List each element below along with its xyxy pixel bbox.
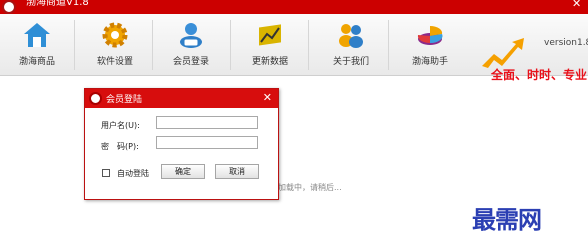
update-chart-icon xyxy=(259,24,281,46)
gear-icon xyxy=(102,22,128,48)
toolbar-divider xyxy=(152,20,153,70)
site-watermark: 最需网 xyxy=(472,205,542,234)
toolbar-label-member-login: 会员登录 xyxy=(172,57,209,67)
dialog-logo-icon xyxy=(89,92,102,105)
member-icon xyxy=(180,23,202,48)
dialog-title: 会员登陆 xyxy=(106,95,143,105)
version-text: version1.8 xyxy=(544,38,588,48)
toolbar-label-settings: 软件设置 xyxy=(96,57,133,67)
slogan-text: 全面、时时、专业 xyxy=(491,68,588,82)
toolbar-item-update-data[interactable]: 更新数据 xyxy=(233,14,307,76)
username-label: 用户名(U): xyxy=(101,121,140,130)
toolbar-divider xyxy=(230,20,231,70)
app-logo-icon xyxy=(2,0,16,14)
toolbar-item-settings[interactable]: 软件设置 xyxy=(78,14,152,76)
toolbar-item-member-login[interactable]: 会员登录 xyxy=(154,14,228,76)
username-input[interactable] xyxy=(156,116,258,129)
toolbar-label-products: 渤海商品 xyxy=(18,57,55,67)
title-bar: 渤海商道V1.8 ✕ xyxy=(0,0,588,14)
window-title: 渤海商道V1.8 xyxy=(26,0,89,8)
brand-arrow-icon xyxy=(482,38,524,68)
window-close-button[interactable]: ✕ xyxy=(572,0,581,11)
toolbar-label-assistant: 渤海助手 xyxy=(411,57,448,67)
auto-login-checkbox[interactable] xyxy=(102,169,110,177)
password-label: 密 码(P): xyxy=(101,142,139,151)
toolbar-item-products[interactable]: 渤海商品 xyxy=(0,14,74,76)
toolbar-label-about: 关于我们 xyxy=(332,57,369,67)
people-icon xyxy=(339,24,363,48)
toolbar-divider xyxy=(388,20,389,70)
login-dialog: 会员登陆 ✕ 用户名(U): 密 码(P): 自动登陆 确定 取消 xyxy=(84,88,279,200)
main-toolbar: 渤海商品 软件设置 会员登录 更新数据 关于我们 渤海助手 version1.8… xyxy=(0,14,588,82)
auto-login-label: 自动登陆 xyxy=(117,169,149,178)
pie-chart-icon xyxy=(417,25,443,45)
toolbar-divider xyxy=(74,20,75,70)
ok-button[interactable]: 确定 xyxy=(161,164,205,179)
toolbar-divider xyxy=(308,20,309,70)
toolbar-label-update-data: 更新数据 xyxy=(251,57,288,67)
dialog-header: 会员登陆 ✕ xyxy=(85,89,278,108)
house-icon xyxy=(24,23,50,47)
toolbar-item-about[interactable]: 关于我们 xyxy=(314,14,388,76)
toolbar-item-assistant[interactable]: 渤海助手 xyxy=(393,14,467,76)
password-input[interactable] xyxy=(156,136,258,149)
dialog-close-button[interactable]: ✕ xyxy=(263,91,272,104)
cancel-button[interactable]: 取消 xyxy=(215,164,259,179)
